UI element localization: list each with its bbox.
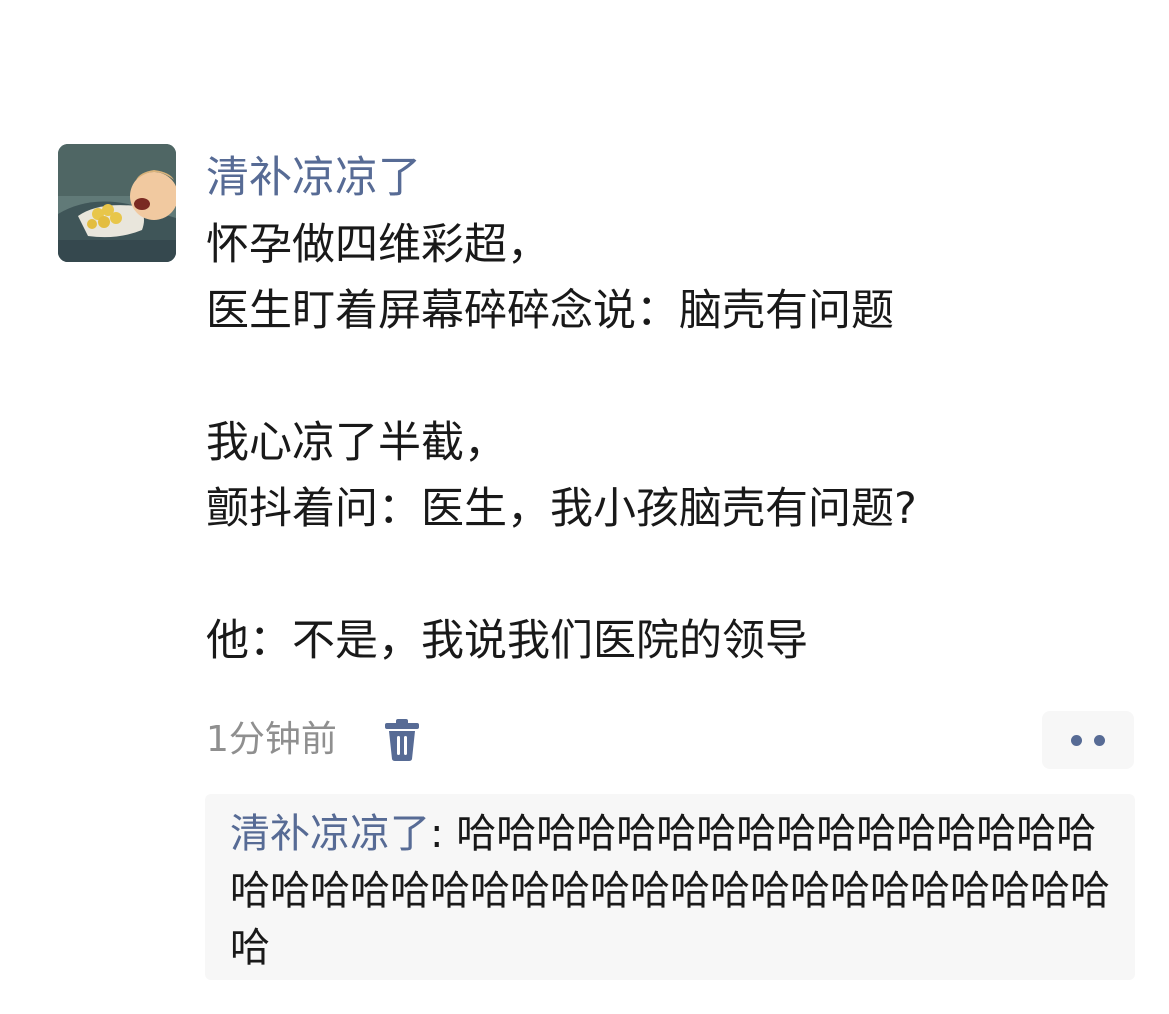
comment-list: 清补凉凉了: 哈哈哈哈哈哈哈哈哈哈哈哈哈哈哈哈哈哈哈哈哈哈哈哈哈哈哈哈哈哈哈哈哈…	[205, 794, 1135, 980]
more-dots-icon	[1071, 735, 1082, 746]
more-dots-icon	[1094, 735, 1105, 746]
trash-icon[interactable]	[384, 718, 420, 762]
comment-separator: :	[430, 811, 457, 857]
post-line: 他：不是，我说我们医院的领导	[206, 616, 808, 666]
post-timestamp: 1分钟前	[206, 719, 337, 760]
post-line-blank	[206, 344, 1126, 410]
post-text: 怀孕做四维彩超， 医生盯着屏幕碎碎念说：脑壳有问题 我心凉了半截， 颤抖着问：医…	[206, 212, 1126, 674]
comment-item[interactable]: 清补凉凉了: 哈哈哈哈哈哈哈哈哈哈哈哈哈哈哈哈哈哈哈哈哈哈哈哈哈哈哈哈哈哈哈哈哈…	[230, 806, 1110, 977]
post-author[interactable]: 清补凉凉了	[206, 148, 421, 208]
more-button[interactable]	[1042, 711, 1134, 769]
post-line-blank	[206, 542, 1126, 608]
comment-author[interactable]: 清补凉凉了	[230, 811, 430, 857]
avatar[interactable]	[58, 144, 176, 262]
post-line: 我心凉了半截，	[206, 418, 507, 468]
post-line: 医生盯着屏幕碎碎念说：脑壳有问题	[206, 286, 894, 336]
avatar-image	[58, 144, 176, 262]
post-line: 颤抖着问：医生，我小孩脑壳有问题?	[206, 484, 917, 534]
post-line: 怀孕做四维彩超，	[206, 220, 550, 270]
